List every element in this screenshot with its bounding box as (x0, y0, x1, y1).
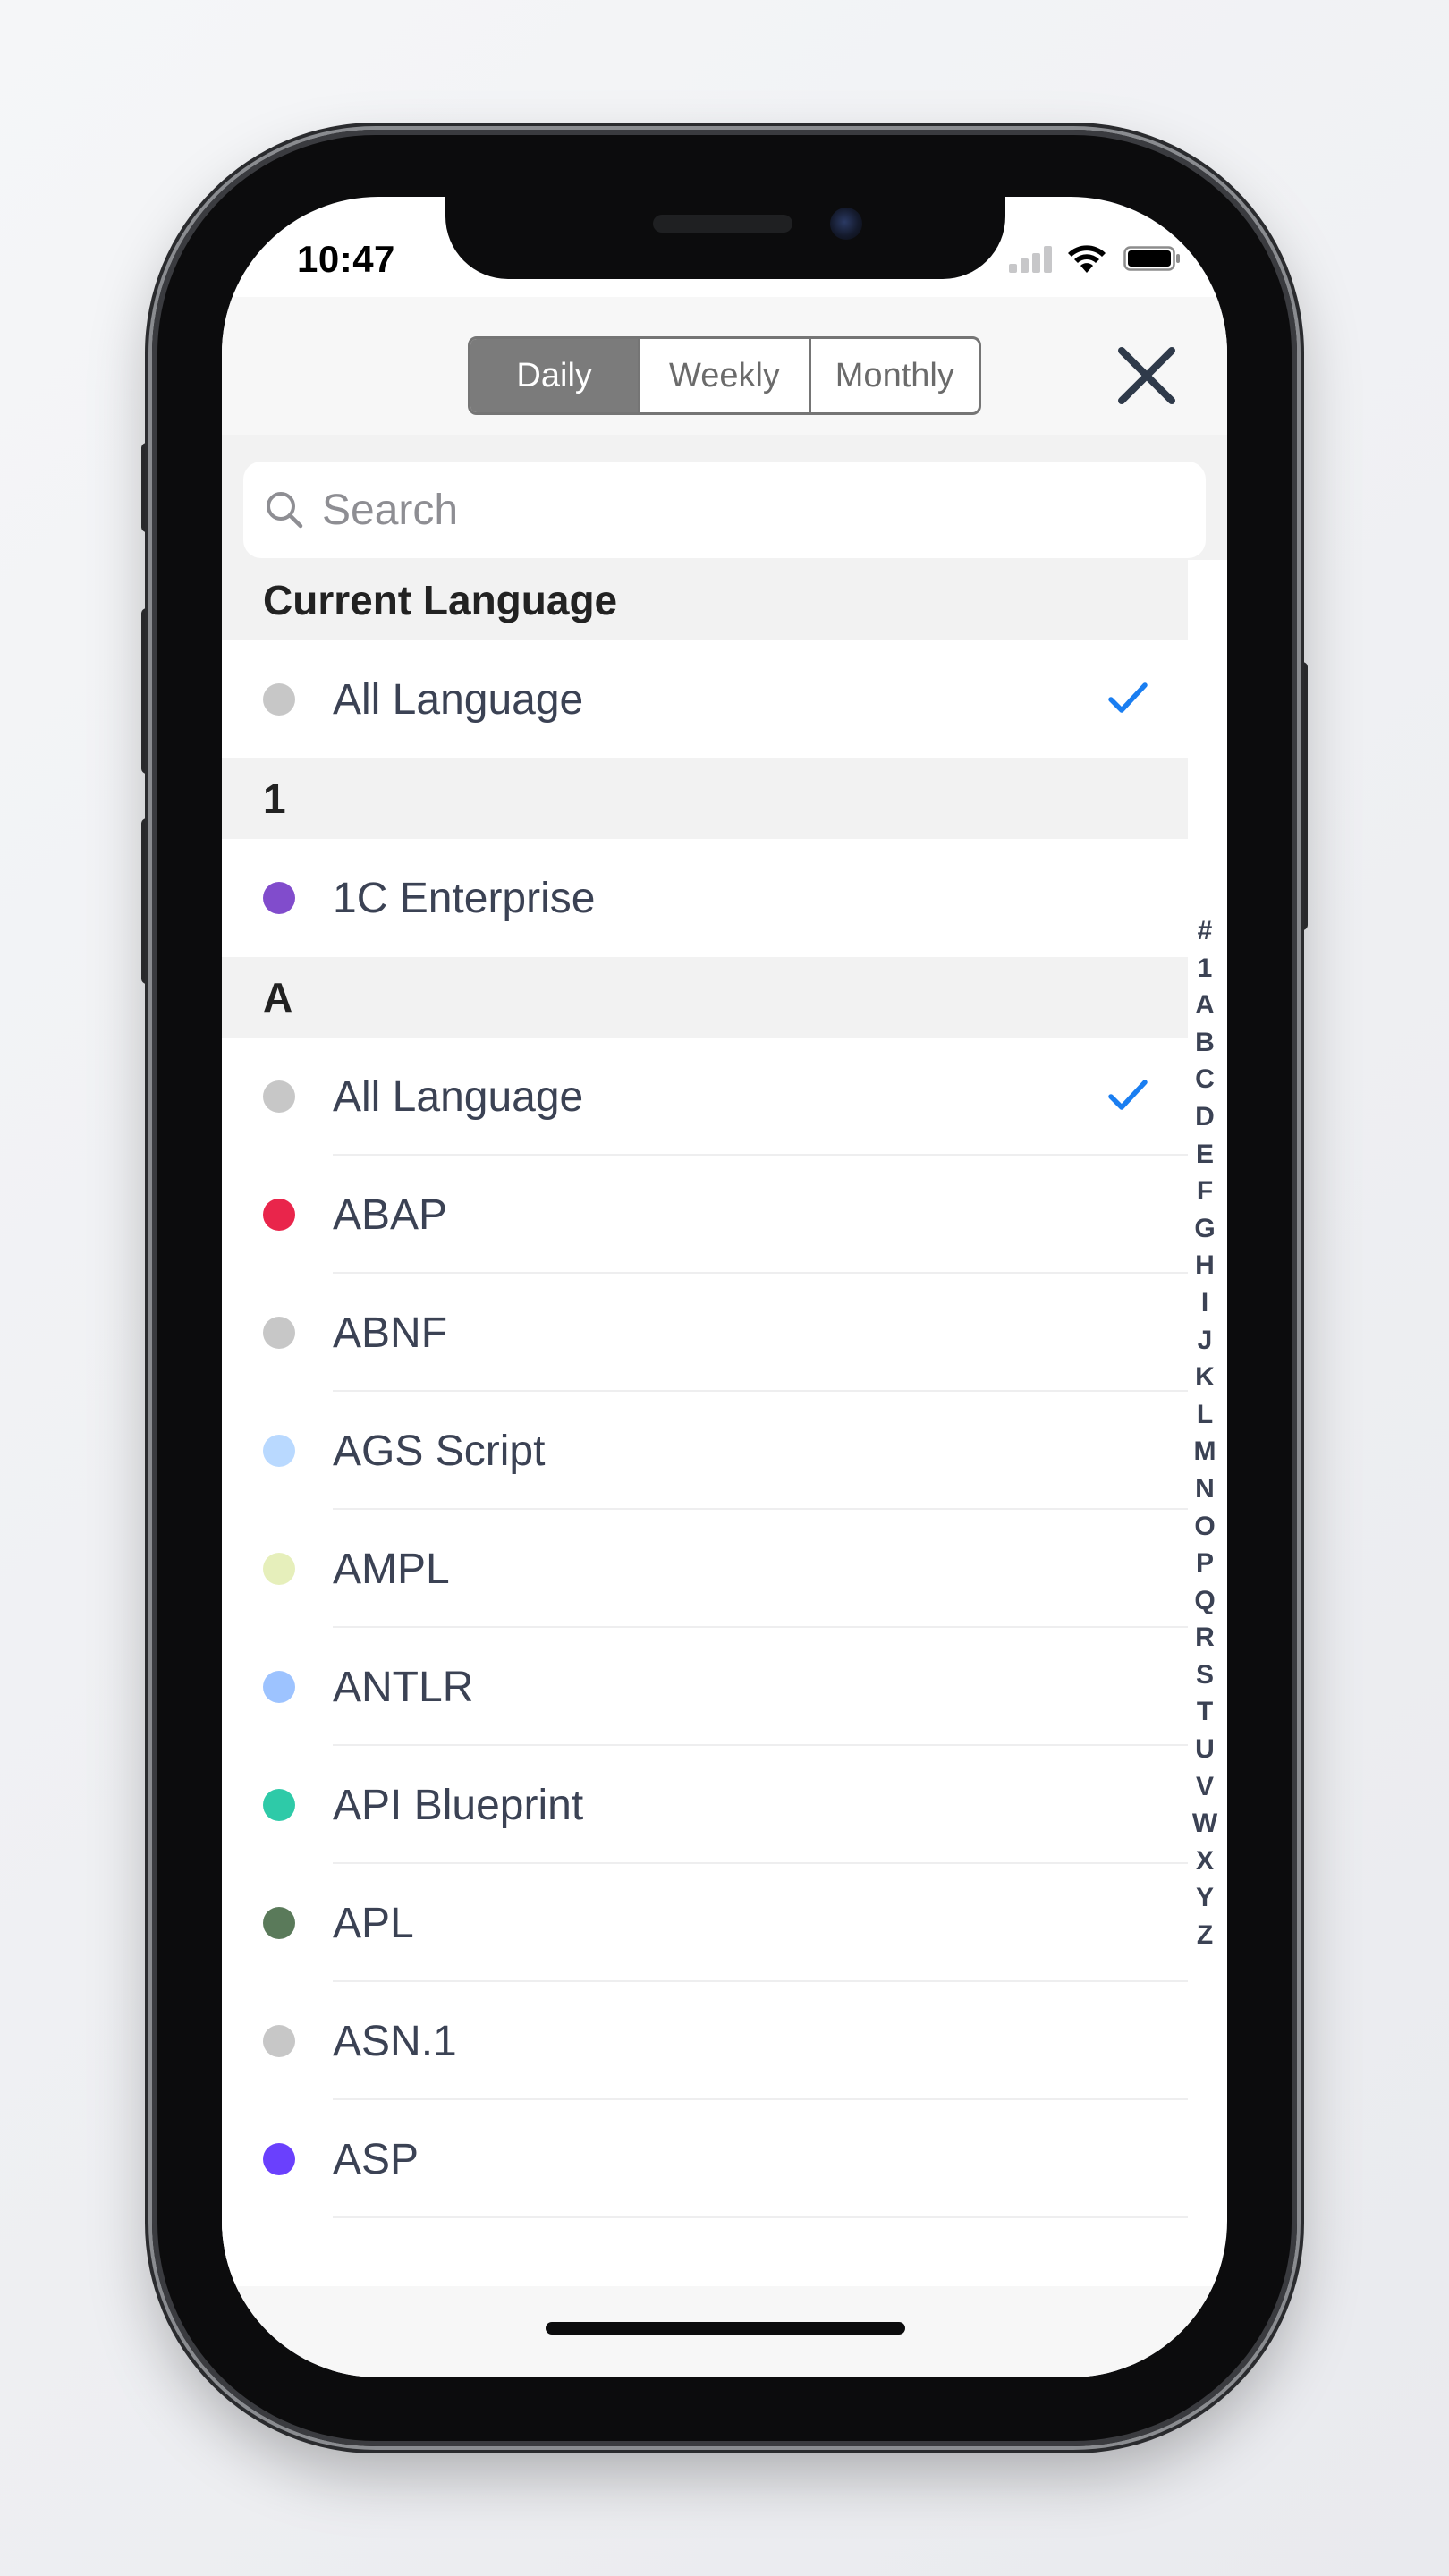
index-letter[interactable]: V (1196, 1768, 1214, 1806)
search-bar[interactable] (243, 462, 1206, 558)
index-letter[interactable]: O (1194, 1508, 1215, 1546)
language-label: AGS Script (333, 1427, 546, 1475)
close-icon[interactable] (1114, 343, 1179, 408)
wifi-icon (1068, 245, 1106, 273)
language-color-dot (263, 882, 295, 914)
index-letter[interactable]: P (1196, 1545, 1214, 1582)
list-item[interactable]: ABNF (222, 1274, 1188, 1392)
index-letter[interactable]: C (1195, 1061, 1215, 1098)
language-color-dot (263, 1671, 295, 1703)
language-label: API Blueprint (333, 1781, 584, 1829)
language-label: ABAP (333, 1191, 448, 1239)
index-letter[interactable]: Z (1197, 1917, 1213, 1954)
language-color-dot (263, 1435, 295, 1467)
language-label: AMPL (333, 1545, 450, 1593)
checkmark-icon (1108, 1080, 1148, 1110)
battery-icon (1123, 246, 1180, 271)
index-letter[interactable]: Y (1196, 1879, 1214, 1917)
index-letter[interactable]: 1 (1198, 950, 1213, 987)
language-color-dot (263, 1080, 295, 1113)
list-item[interactable]: ASP (222, 2100, 1188, 2218)
index-letter[interactable]: W (1192, 1805, 1217, 1843)
index-letter[interactable]: K (1195, 1359, 1215, 1396)
language-color-dot (263, 1789, 295, 1821)
list-item[interactable]: All Language (222, 640, 1188, 758)
language-color-dot (263, 683, 295, 716)
index-letter[interactable]: R (1195, 1619, 1215, 1657)
index-letter[interactable]: Q (1194, 1582, 1215, 1620)
list-item[interactable]: ABAP (222, 1156, 1188, 1274)
list-item[interactable]: APL (222, 1864, 1188, 1982)
language-label: APL (333, 1899, 414, 1947)
index-letter[interactable]: # (1198, 912, 1213, 950)
bottom-bar (222, 2286, 1227, 2377)
index-letter[interactable]: B (1195, 1024, 1215, 1062)
index-letter[interactable]: U (1195, 1731, 1215, 1768)
index-letter[interactable]: D (1195, 1098, 1215, 1136)
search-area (222, 435, 1227, 560)
language-label: ABNF (333, 1309, 448, 1357)
language-label: All Language (333, 675, 584, 724)
front-camera (830, 208, 862, 240)
language-color-dot (263, 1553, 295, 1585)
list-bottom-strip (222, 2259, 1227, 2286)
index-letter[interactable]: T (1197, 1693, 1213, 1731)
segment-weekly[interactable]: Weekly (640, 339, 811, 412)
language-label: ASN.1 (333, 2017, 457, 2065)
language-color-dot (263, 1317, 295, 1349)
cellular-signal-icon (1009, 244, 1055, 273)
list-item[interactable]: 1C Enterprise (222, 839, 1188, 957)
index-letter[interactable]: X (1196, 1843, 1214, 1880)
language-list: Current Language All Language 1 1C Enter… (222, 560, 1188, 2259)
index-letter[interactable]: F (1197, 1173, 1213, 1210)
index-letter[interactable]: A (1195, 987, 1215, 1024)
section-header-a: A (263, 974, 293, 1021)
section-index-bar[interactable]: # 1 A B C D E F G H I J K L M N O P Q R … (1191, 912, 1218, 1954)
checkmark-icon (1108, 682, 1148, 713)
phone-screen: 10:47 Daily Weekly Monthly Search Curren… (222, 197, 1227, 2377)
index-letter[interactable]: G (1194, 1210, 1215, 1248)
index-letter[interactable]: M (1194, 1433, 1216, 1470)
notch (445, 197, 1005, 279)
index-letter[interactable]: J (1198, 1322, 1213, 1360)
earpiece-speaker (653, 215, 792, 233)
list-item[interactable]: AMPL (222, 1510, 1188, 1628)
header-bar: Daily Weekly Monthly (222, 297, 1227, 435)
index-letter[interactable]: E (1196, 1136, 1214, 1174)
section-header-1: 1 (263, 775, 286, 822)
search-icon (267, 492, 303, 529)
list-item[interactable]: All Language (222, 1038, 1188, 1156)
segment-monthly[interactable]: Monthly (811, 339, 979, 412)
segment-daily[interactable]: Daily (470, 339, 641, 412)
home-indicator[interactable] (546, 2322, 905, 2334)
index-letter[interactable]: H (1195, 1247, 1215, 1284)
list-item[interactable]: ASN.1 (222, 1982, 1188, 2100)
index-letter[interactable]: L (1197, 1396, 1213, 1434)
language-color-dot (263, 1907, 295, 1939)
period-segmented-control: Daily Weekly Monthly (468, 336, 981, 415)
list-item[interactable]: ANTLR (222, 1628, 1188, 1746)
index-letter[interactable]: S (1196, 1657, 1214, 1694)
list-item[interactable]: API Blueprint (222, 1746, 1188, 1864)
language-label: 1C Enterprise (333, 874, 596, 922)
language-label: All Language (333, 1072, 584, 1121)
list-item[interactable] (222, 2218, 1188, 2259)
section-header-current: Current Language (263, 577, 618, 623)
index-letter[interactable]: N (1195, 1470, 1215, 1508)
list-item[interactable]: AGS Script (222, 1392, 1188, 1510)
search-input[interactable] (322, 478, 1181, 542)
language-color-dot (263, 2143, 295, 2175)
language-label: ASP (333, 2135, 419, 2183)
status-time: 10:47 (297, 238, 395, 280)
index-letter[interactable]: I (1201, 1284, 1208, 1322)
language-color-dot (263, 2025, 295, 2057)
language-label: ANTLR (333, 1663, 474, 1711)
language-color-dot (263, 1199, 295, 1231)
